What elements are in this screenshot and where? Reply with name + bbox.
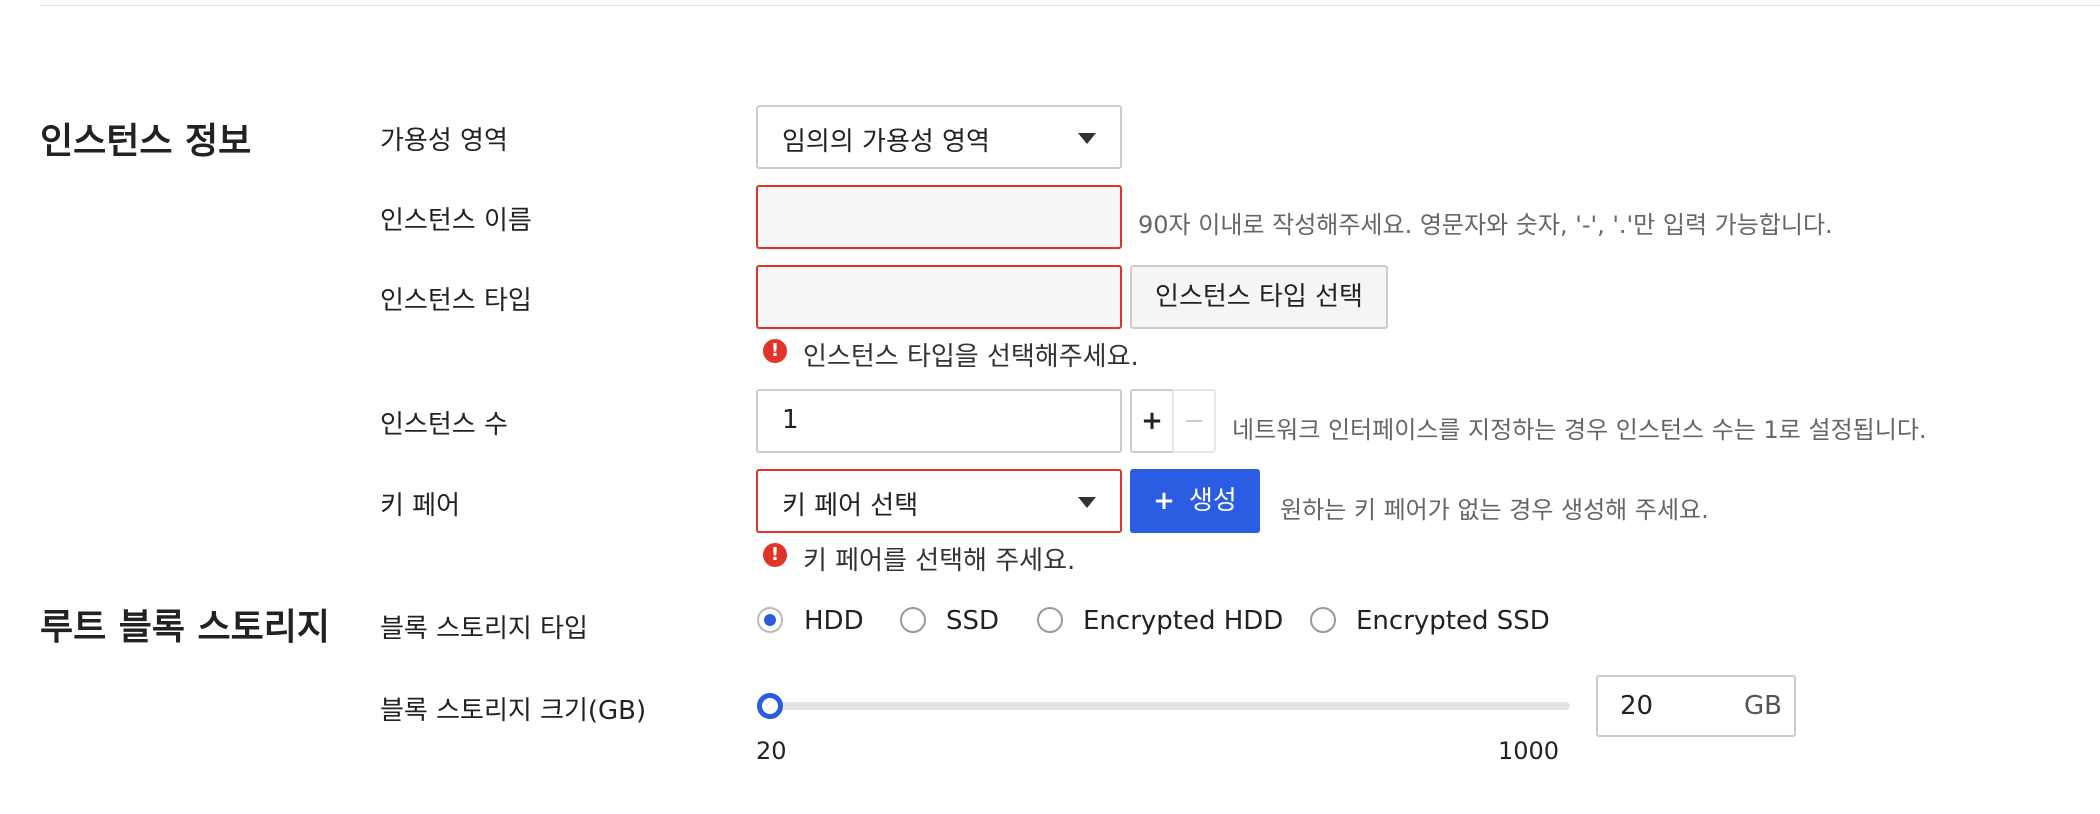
radio-ssd[interactable] [900, 607, 926, 633]
radio-label-ssd[interactable]: SSD [946, 606, 999, 636]
slider-max-label: 1000 [1498, 737, 1560, 765]
radio-label-encrypted-hdd[interactable]: Encrypted HDD [1083, 606, 1283, 636]
radio-label-hdd[interactable]: HDD [804, 606, 864, 636]
slider-min-label: 20 [756, 737, 787, 765]
instance-name-hint: 90자 이내로 작성해주세요. 영문자와 숫자, '-', '.'만 입력 가능… [1138, 211, 1833, 239]
error-icon: ! [763, 543, 787, 567]
radio-encrypted-ssd[interactable] [1310, 607, 1336, 633]
radio-encrypted-hdd[interactable] [1037, 607, 1063, 633]
decrement-button[interactable]: − [1172, 389, 1216, 453]
key-pair-error: 키 페어를 선택해 주세요. [803, 546, 1076, 576]
section-title-root-block-storage: 루트 블록 스토리지 [40, 607, 331, 648]
availability-zone-label: 가용성 영역 [380, 126, 508, 156]
increment-button[interactable]: + [1130, 389, 1174, 453]
top-divider [40, 5, 2100, 6]
create-key-pair-label: 생성 [1188, 486, 1237, 516]
instance-type-error: 인스턴스 타입을 선택해주세요. [803, 342, 1139, 372]
chevron-down-icon [1078, 497, 1096, 508]
key-pair-hint: 원하는 키 페어가 없는 경우 생성해 주세요. [1280, 496, 1709, 524]
key-pair-value: 키 페어 선택 [782, 491, 919, 521]
block-storage-size-label: 블록 스토리지 크기(GB) [380, 696, 647, 726]
instance-name-input[interactable] [756, 185, 1122, 249]
chevron-down-icon [1078, 133, 1096, 144]
storage-size-slider-thumb[interactable] [757, 693, 783, 719]
storage-size-value: 20 [1620, 691, 1654, 721]
instance-count-input[interactable]: 1 [756, 389, 1122, 453]
availability-zone-value: 임의의 가용성 영역 [782, 127, 990, 157]
availability-zone-select[interactable]: 임의의 가용성 영역 [756, 105, 1122, 169]
storage-size-slider-track[interactable] [770, 702, 1570, 710]
storage-size-input[interactable]: 20 GB [1596, 675, 1796, 737]
key-pair-label: 키 페어 [380, 491, 461, 521]
instance-name-label: 인스턴스 이름 [380, 206, 532, 236]
instance-count-label: 인스턴스 수 [380, 410, 508, 440]
instance-type-input[interactable] [756, 265, 1122, 329]
plus-icon: + [1153, 486, 1175, 516]
create-key-pair-button[interactable]: + 생성 [1130, 469, 1260, 533]
instance-count-hint: 네트워크 인터페이스를 지정하는 경우 인스턴스 수는 1로 설정됩니다. [1232, 416, 1927, 444]
radio-hdd[interactable] [757, 607, 783, 633]
error-icon: ! [763, 339, 787, 363]
instance-count-value: 1 [782, 405, 799, 435]
instance-type-label: 인스턴스 타입 [380, 286, 532, 316]
block-storage-type-label: 블록 스토리지 타입 [380, 614, 588, 644]
select-instance-type-button[interactable]: 인스턴스 타입 선택 [1130, 265, 1388, 329]
section-title-instance-info: 인스턴스 정보 [40, 121, 252, 162]
storage-size-unit: GB [1744, 691, 1782, 721]
key-pair-select[interactable]: 키 페어 선택 [756, 469, 1122, 533]
radio-label-encrypted-ssd[interactable]: Encrypted SSD [1356, 606, 1550, 636]
